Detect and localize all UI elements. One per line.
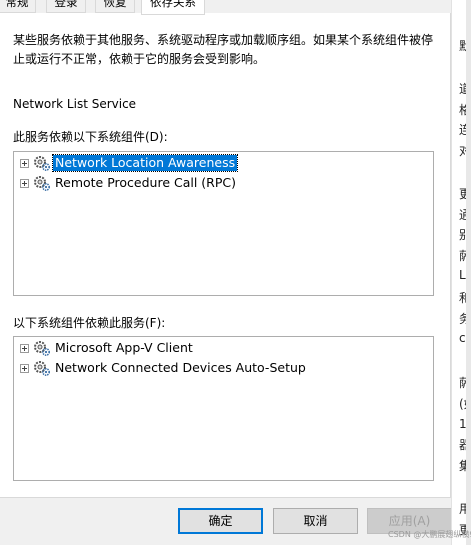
tree-item-label: Microsoft App-V Client [55,340,193,355]
tab-strip: 常规 登录 恢复 依存关系 [0,0,460,15]
tree-item-label: Network Location Awareness [51,154,239,172]
tab-general[interactable]: 常规 [0,0,36,13]
background-scrollbar[interactable] [466,0,471,545]
dependents-tree[interactable]: Microsoft App-V Client Network Connected… [13,336,434,481]
tab-logon[interactable]: 登录 [46,0,86,13]
expand-icon[interactable] [20,363,29,373]
gear-icon [34,176,51,192]
tree-item-label: Remote Procedure Call (RPC) [55,175,236,190]
tab-recovery[interactable]: 恢复 [95,0,135,13]
dependents-label: 以下系统组件依赖此服务(F): [13,316,166,330]
expand-icon[interactable] [20,178,29,188]
tree-item[interactable]: Network Connected Devices Auto-Setup [20,358,308,378]
tree-item-label: Network Connected Devices Auto-Setup [55,360,306,375]
tree-item[interactable]: Network Location Awareness [20,153,239,173]
tree-item[interactable]: Microsoft App-V Client [20,338,195,358]
dependency-description: 某些服务依赖于其他服务、系统驱动程序或加载顺序组。如果某个系统组件被停止或运行不… [13,33,434,66]
service-name: Network List Service [13,97,137,111]
watermark: CSDN @大鹏展翅纵横9万里 [388,530,471,539]
gear-icon [34,361,51,377]
expand-icon[interactable] [20,158,29,168]
depends-on-tree[interactable]: Network Location Awareness Remote Proced… [13,151,434,296]
gear-icon [34,156,51,172]
depends-on-label: 此服务依赖以下系统组件(D): [13,130,168,144]
ok-button[interactable]: 确定 [178,508,263,534]
tree-item[interactable]: Remote Procedure Call (RPC) [20,173,238,193]
expand-icon[interactable] [20,343,29,353]
cancel-button[interactable]: 取消 [273,508,358,534]
gear-icon [34,341,51,357]
tab-dependencies[interactable]: 依存关系 [141,0,205,15]
